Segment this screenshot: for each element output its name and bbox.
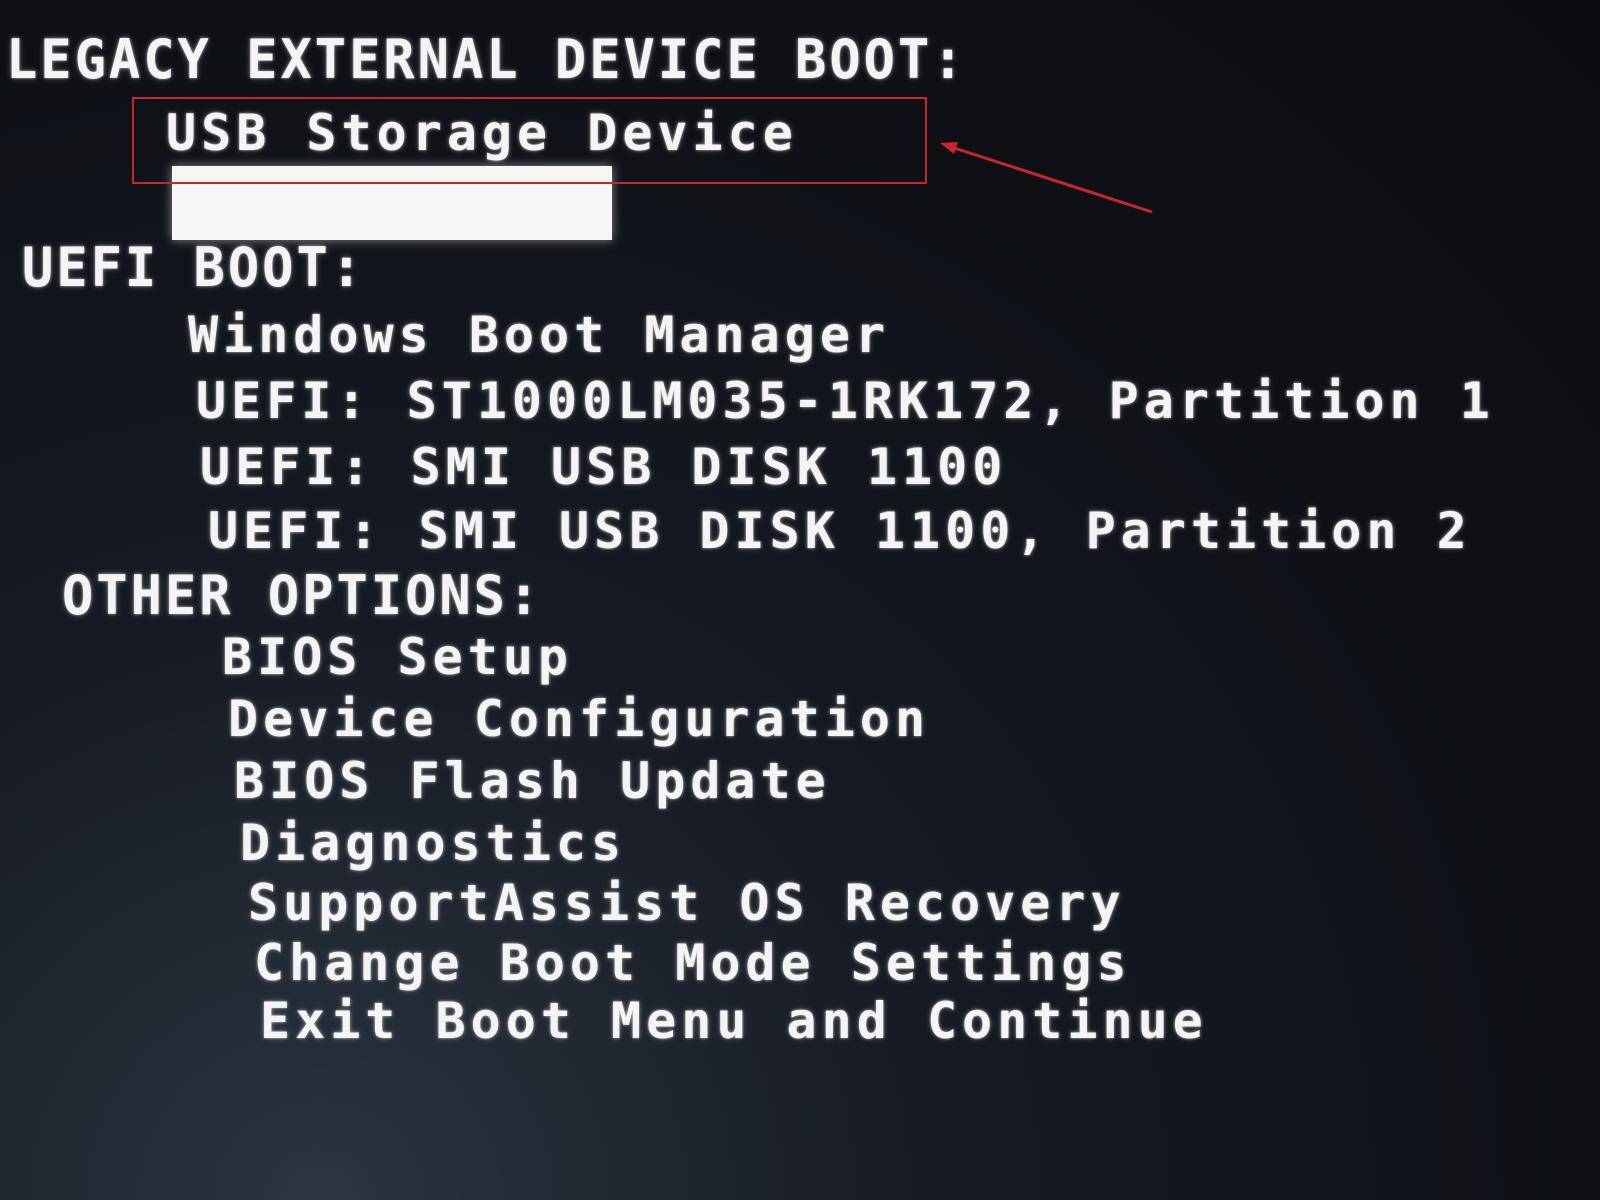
boot-option-windows-boot-manager[interactable]: Windows Boot Manager	[188, 306, 890, 364]
option-diagnostics[interactable]: Diagnostics	[240, 814, 626, 872]
option-bios-flash-update[interactable]: BIOS Flash Update	[234, 752, 831, 810]
boot-option-uefi-smi-usb-disk-partition-2[interactable]: UEFI: SMI USB DISK 1100, Partition 2	[208, 502, 1472, 560]
other-options-heading: OTHER OPTIONS:	[62, 564, 543, 628]
boot-option-uefi-smi-usb-disk[interactable]: UEFI: SMI USB DISK 1100	[200, 438, 1007, 496]
option-supportassist-os-recovery[interactable]: SupportAssist OS Recovery	[248, 874, 1126, 932]
option-bios-setup[interactable]: BIOS Setup	[222, 628, 573, 686]
legacy-boot-heading: LEGACY EXTERNAL DEVICE BOOT:	[6, 28, 967, 92]
annotation-highlight-box	[132, 97, 927, 184]
option-exit-boot-menu[interactable]: Exit Boot Menu and Continue	[260, 992, 1208, 1050]
option-change-boot-mode-settings[interactable]: Change Boot Mode Settings	[254, 934, 1132, 992]
option-device-configuration[interactable]: Device Configuration	[228, 690, 930, 748]
uefi-boot-heading: UEFI BOOT:	[22, 236, 366, 300]
boot-menu-screen: LEGACY EXTERNAL DEVICE BOOT: USB Storage…	[0, 0, 1600, 1200]
boot-option-uefi-st1000lm035[interactable]: UEFI: ST1000LM035-1RK172, Partition 1	[196, 372, 1495, 430]
